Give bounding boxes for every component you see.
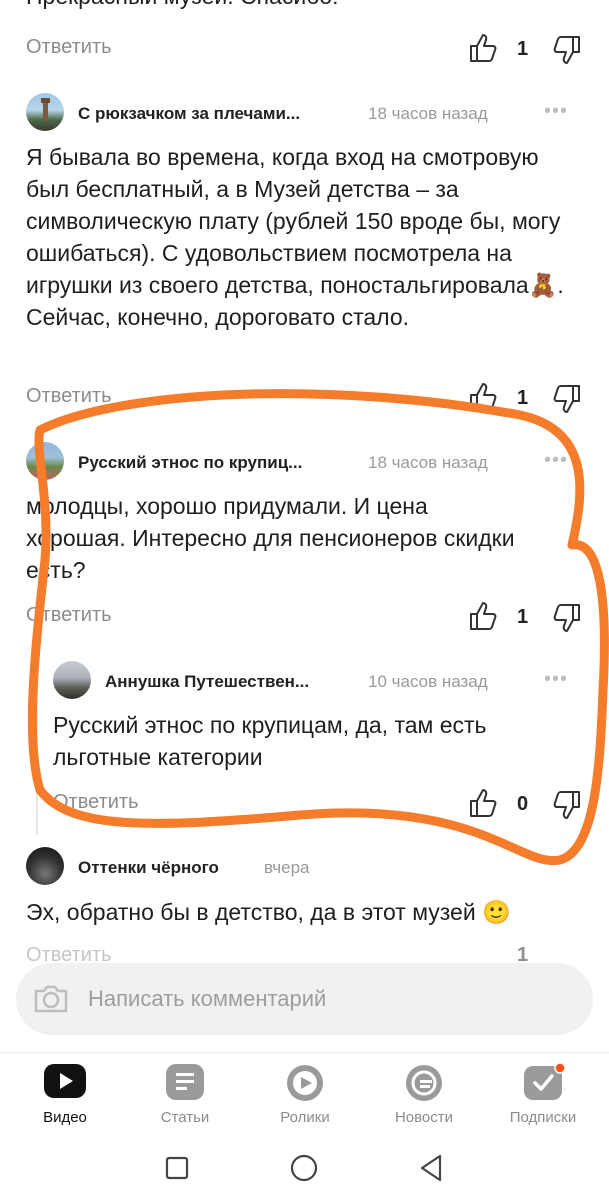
back-icon[interactable] [418, 1154, 444, 1182]
home-icon[interactable] [290, 1154, 318, 1182]
nav-label: Новости [394, 1109, 454, 1126]
nav-label: Статьи [160, 1109, 210, 1126]
nav-item-news[interactable]: Новости [369, 1062, 479, 1132]
recent-apps-icon[interactable] [165, 1156, 189, 1180]
nav-label: Подписки [509, 1109, 577, 1126]
nav-label: Ролики [280, 1109, 330, 1126]
nav-item-subscriptions[interactable]: Подписки [488, 1062, 598, 1132]
video-icon [44, 1064, 86, 1098]
clips-icon [287, 1065, 323, 1101]
nav-label: Видео [43, 1109, 87, 1126]
nav-item-clips[interactable]: Ролики [250, 1062, 360, 1132]
nav-item-video[interactable]: Видео [10, 1062, 120, 1132]
news-icon [406, 1065, 442, 1101]
nav-item-articles[interactable]: Статьи [130, 1062, 240, 1132]
camera-icon[interactable] [32, 983, 70, 1015]
comment-input-placeholder: Написать комментарий [88, 986, 327, 1011]
articles-icon [166, 1064, 204, 1100]
comment-input[interactable]: Написать комментарий [16, 963, 593, 1035]
subscriptions-icon [524, 1063, 566, 1100]
